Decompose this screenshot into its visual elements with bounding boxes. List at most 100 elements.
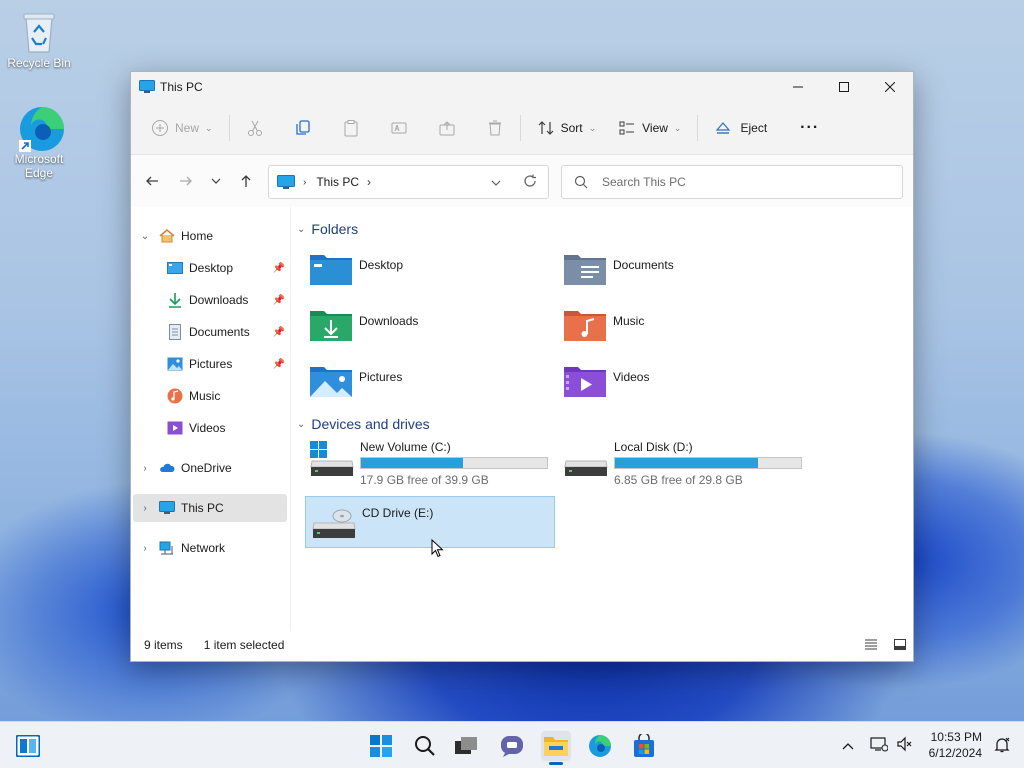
minimize-button[interactable]: [775, 72, 821, 102]
music-icon: [167, 388, 183, 404]
folder-videos[interactable]: Videos: [563, 363, 803, 411]
start-button[interactable]: [366, 731, 396, 761]
search-input[interactable]: Search This PC: [561, 165, 903, 199]
folder-music[interactable]: Music: [563, 307, 803, 355]
paste-button[interactable]: [334, 112, 368, 144]
folder-label: Desktop: [359, 258, 404, 272]
eject-button[interactable]: Eject: [706, 112, 775, 144]
rename-button[interactable]: [382, 112, 416, 144]
drive-free-space: 6.85 GB free of 29.8 GB: [614, 473, 743, 487]
drive-e[interactable]: CD Drive (E:): [305, 496, 555, 548]
copy-icon: [295, 120, 310, 135]
desktop-icon-recycle-bin[interactable]: Recycle Bin: [4, 8, 74, 70]
view-button[interactable]: View ⌄: [610, 112, 689, 144]
drive-c[interactable]: New Volume (C:) 17.9 GB free of 39.9 GB: [304, 435, 554, 487]
breadcrumb-chevron-icon[interactable]: ›: [367, 175, 371, 189]
pin-icon: 📌: [272, 326, 285, 338]
folder-label: Downloads: [359, 314, 419, 328]
address-bar[interactable]: › This PC ›: [268, 165, 549, 199]
search-button[interactable]: [410, 731, 440, 761]
folder-documents[interactable]: Documents: [563, 251, 803, 299]
forward-button[interactable]: [171, 166, 201, 196]
sidebar-item-desktop[interactable]: Desktop 📌: [167, 254, 285, 282]
status-selection: 1 item selected: [203, 638, 285, 652]
copy-button[interactable]: [286, 112, 320, 144]
active-app-indicator: [549, 762, 563, 765]
sidebar-item-label: Downloads: [189, 293, 249, 307]
details-view-icon: [865, 639, 877, 650]
chevron-right-icon[interactable]: ›: [139, 543, 151, 554]
back-button[interactable]: [137, 166, 167, 196]
chevron-right-icon[interactable]: ›: [139, 503, 151, 514]
more-options-button[interactable]: ···: [792, 112, 827, 144]
sidebar-item-onedrive[interactable]: › OneDrive: [139, 454, 289, 482]
chevron-down-icon[interactable]: ⌄: [139, 231, 151, 242]
pin-icon: 📌: [272, 262, 285, 274]
folders-section-header[interactable]: ⌄ Folders: [297, 221, 358, 237]
refresh-icon: [524, 174, 536, 187]
sidebar-item-music[interactable]: Music: [167, 382, 285, 410]
recycle-bin-icon: [17, 8, 61, 53]
edge-taskbar-button[interactable]: [585, 731, 615, 761]
taskbar: 10:53 PM 6/12/2024: [0, 721, 1024, 768]
widgets-button[interactable]: [13, 731, 43, 761]
sort-label: Sort: [560, 121, 583, 135]
new-button[interactable]: New ⌄: [143, 112, 221, 144]
sidebar-item-downloads[interactable]: Downloads 📌: [167, 286, 285, 314]
breadcrumb-this-pc[interactable]: This PC: [316, 175, 359, 189]
volume-button[interactable]: [896, 736, 912, 755]
sidebar-item-documents[interactable]: Documents 📌: [167, 318, 285, 346]
store-icon: [634, 734, 654, 757]
tiles-view-icon: [894, 639, 906, 650]
file-explorer-window: This PC New ⌄ Sort ⌄ View ⌄ Eject ··· › …: [130, 71, 914, 662]
folder-downloads[interactable]: Downloads: [309, 307, 549, 355]
clock-time: 10:53 PM: [930, 730, 982, 744]
details-view-button[interactable]: [865, 639, 877, 653]
show-hidden-icons-button[interactable]: [842, 739, 854, 753]
search-placeholder: Search This PC: [602, 175, 686, 189]
tiles-view-button[interactable]: [894, 639, 906, 653]
refresh-button[interactable]: [523, 174, 537, 191]
folder-desktop[interactable]: Desktop: [309, 251, 549, 299]
this-pc-icon: [139, 80, 155, 94]
pin-icon: 📌: [272, 358, 285, 370]
maximize-button[interactable]: [821, 72, 867, 102]
sidebar-item-network[interactable]: › Network: [139, 534, 289, 562]
rename-icon: [391, 122, 407, 134]
sidebar-item-this-pc[interactable]: › This PC: [133, 494, 287, 522]
chevron-up-icon: [842, 742, 854, 749]
file-explorer-taskbar-button[interactable]: [541, 731, 571, 765]
chevron-right-icon[interactable]: ›: [139, 463, 151, 474]
chevron-down-icon: ⌄: [588, 122, 597, 133]
delete-button[interactable]: [478, 112, 512, 144]
view-label: View: [642, 121, 668, 135]
cut-button[interactable]: [238, 112, 272, 144]
sidebar-item-pictures[interactable]: Pictures 📌: [167, 350, 285, 378]
sidebar-item-home[interactable]: ⌄ Home: [139, 222, 289, 250]
home-icon: [159, 229, 175, 243]
share-button[interactable]: [430, 112, 464, 144]
store-taskbar-button[interactable]: [629, 731, 659, 761]
address-history-button[interactable]: [491, 175, 501, 189]
drive-d[interactable]: Local Disk (D:) 6.85 GB free of 29.8 GB: [558, 435, 808, 487]
network-status-button[interactable]: [870, 736, 889, 755]
recent-locations-button[interactable]: [201, 166, 231, 196]
notifications-button[interactable]: [994, 737, 1010, 756]
chat-button[interactable]: [497, 731, 527, 761]
close-button[interactable]: [867, 72, 913, 102]
task-view-button[interactable]: [452, 731, 482, 761]
status-bar: 9 items 1 item selected: [131, 629, 915, 661]
search-icon: [574, 175, 588, 189]
devices-section-header[interactable]: ⌄ Devices and drives: [297, 416, 430, 432]
sidebar-item-videos[interactable]: Videos: [167, 414, 285, 442]
up-button[interactable]: [231, 166, 261, 196]
toolbar-divider: [519, 115, 521, 141]
videos-icon: [167, 421, 183, 435]
title-bar[interactable]: This PC: [131, 72, 913, 102]
desktop-icon-edge[interactable]: Microsoft Edge: [4, 104, 74, 180]
desktop-folder-icon: [310, 255, 352, 285]
folder-pictures[interactable]: Pictures: [309, 363, 549, 411]
clock[interactable]: 10:53 PM 6/12/2024: [929, 729, 982, 761]
sort-button[interactable]: Sort ⌄: [529, 112, 605, 144]
edge-icon: [17, 104, 64, 152]
